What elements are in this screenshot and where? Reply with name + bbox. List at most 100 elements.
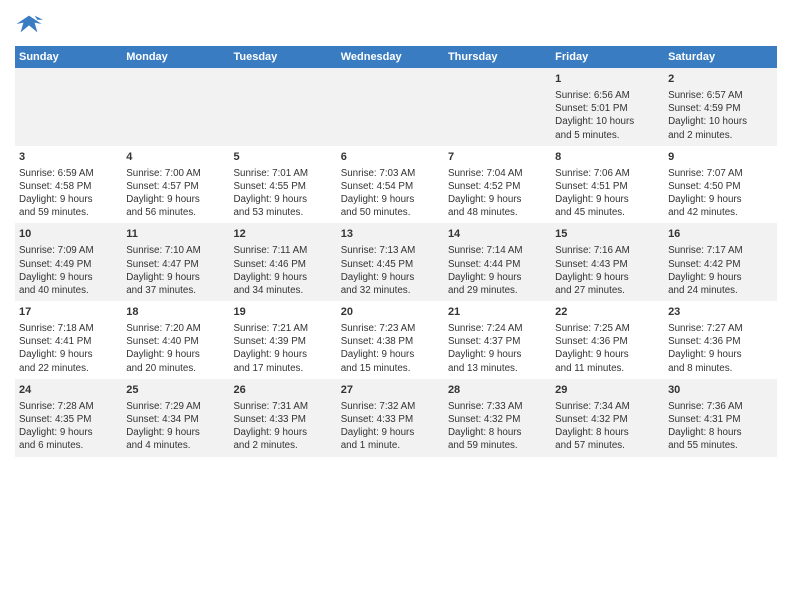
calendar-cell: 15Sunrise: 7:16 AM Sunset: 4:43 PM Dayli… (551, 223, 664, 301)
calendar-week-row: 10 Sunrise: 7:09 AM Sunset: 4:49 PM Dayli… (15, 223, 777, 301)
day-info: Sunrise: 7:01 AM Sunset: 4:55 PM Dayligh… (233, 167, 332, 220)
day-number: 27 (341, 383, 440, 398)
day-number: 14 (448, 227, 547, 242)
day-number: 21 (448, 305, 547, 320)
calendar-cell: 20Sunrise: 7:23 AM Sunset: 4:38 PM Dayli… (337, 301, 444, 379)
day-number: 7 (448, 150, 547, 165)
calendar-week-row: 24Sunrise: 7:28 AM Sunset: 4:35 PM Dayli… (15, 379, 777, 457)
day-number: 5 (233, 150, 332, 165)
day-info: Sunrise: 7:14 AM Sunset: 4:44 PM Dayligh… (448, 244, 547, 297)
day-number: 23 (668, 305, 773, 320)
day-info: Sunrise: 7:03 AM Sunset: 4:54 PM Dayligh… (341, 167, 440, 220)
logo (15, 10, 47, 38)
day-info: Sunrise: 7:25 AM Sunset: 4:36 PM Dayligh… (555, 322, 660, 375)
calendar-week-row: 1 Sunrise: 6:56 AM Sunset: 5:01 PM Daylig… (15, 68, 777, 146)
page-container: SundayMondayTuesdayWednesdayThursdayFrid… (0, 0, 792, 467)
day-info: Sunrise: 7:04 AM Sunset: 4:52 PM Dayligh… (448, 167, 547, 220)
header (15, 10, 777, 38)
calendar-cell: 11 Sunrise: 7:10 AM Sunset: 4:47 PM Dayli… (122, 223, 229, 301)
calendar-cell: 5 Sunrise: 7:01 AM Sunset: 4:55 PM Daylig… (229, 146, 336, 224)
day-info: Sunrise: 7:10 AM Sunset: 4:47 PM Dayligh… (126, 244, 225, 297)
weekday-header-tuesday: Tuesday (229, 46, 336, 68)
calendar-cell (229, 68, 336, 146)
day-info: Sunrise: 7:24 AM Sunset: 4:37 PM Dayligh… (448, 322, 547, 375)
day-number: 29 (555, 383, 660, 398)
calendar-cell: 10 Sunrise: 7:09 AM Sunset: 4:49 PM Dayli… (15, 223, 122, 301)
calendar-cell: 16Sunrise: 7:17 AM Sunset: 4:42 PM Dayli… (664, 223, 777, 301)
weekday-header-monday: Monday (122, 46, 229, 68)
day-number: 17 (19, 305, 118, 320)
calendar-cell: 21 Sunrise: 7:24 AM Sunset: 4:37 PM Dayli… (444, 301, 551, 379)
calendar-cell: 25Sunrise: 7:29 AM Sunset: 4:34 PM Dayli… (122, 379, 229, 457)
calendar-cell: 29 Sunrise: 7:34 AM Sunset: 4:32 PM Dayli… (551, 379, 664, 457)
calendar-cell: 19Sunrise: 7:21 AM Sunset: 4:39 PM Dayli… (229, 301, 336, 379)
day-number: 6 (341, 150, 440, 165)
calendar-cell (15, 68, 122, 146)
calendar-cell: 1 Sunrise: 6:56 AM Sunset: 5:01 PM Daylig… (551, 68, 664, 146)
day-number: 8 (555, 150, 660, 165)
calendar-table: SundayMondayTuesdayWednesdayThursdayFrid… (15, 46, 777, 457)
day-number: 22 (555, 305, 660, 320)
calendar-cell: 24Sunrise: 7:28 AM Sunset: 4:35 PM Dayli… (15, 379, 122, 457)
day-info: Sunrise: 7:06 AM Sunset: 4:51 PM Dayligh… (555, 167, 660, 220)
calendar-cell: 18 Sunrise: 7:20 AM Sunset: 4:40 PM Dayli… (122, 301, 229, 379)
logo-bird-icon (15, 10, 43, 38)
calendar-cell: 26 Sunrise: 7:31 AM Sunset: 4:33 PM Dayli… (229, 379, 336, 457)
calendar-cell: 30Sunrise: 7:36 AM Sunset: 4:31 PM Dayli… (664, 379, 777, 457)
day-info: Sunrise: 7:20 AM Sunset: 4:40 PM Dayligh… (126, 322, 225, 375)
weekday-header-sunday: Sunday (15, 46, 122, 68)
calendar-cell: 28 Sunrise: 7:33 AM Sunset: 4:32 PM Dayli… (444, 379, 551, 457)
day-number: 18 (126, 305, 225, 320)
calendar-cell: 6 Sunrise: 7:03 AM Sunset: 4:54 PM Daylig… (337, 146, 444, 224)
weekday-header-row: SundayMondayTuesdayWednesdayThursdayFrid… (15, 46, 777, 68)
calendar-cell: 2 Sunrise: 6:57 AM Sunset: 4:59 PM Daylig… (664, 68, 777, 146)
calendar-cell: 9Sunrise: 7:07 AM Sunset: 4:50 PM Daylig… (664, 146, 777, 224)
weekday-header-wednesday: Wednesday (337, 46, 444, 68)
day-info: Sunrise: 7:28 AM Sunset: 4:35 PM Dayligh… (19, 400, 118, 453)
weekday-header-friday: Friday (551, 46, 664, 68)
day-number: 10 (19, 227, 118, 242)
day-number: 19 (233, 305, 332, 320)
day-info: Sunrise: 6:56 AM Sunset: 5:01 PM Dayligh… (555, 89, 660, 142)
calendar-cell: 14 Sunrise: 7:14 AM Sunset: 4:44 PM Dayli… (444, 223, 551, 301)
day-number: 28 (448, 383, 547, 398)
day-number: 2 (668, 72, 773, 87)
day-info: Sunrise: 6:59 AM Sunset: 4:58 PM Dayligh… (19, 167, 118, 220)
calendar-cell: 13 Sunrise: 7:13 AM Sunset: 4:45 PM Dayli… (337, 223, 444, 301)
calendar-cell (122, 68, 229, 146)
day-info: Sunrise: 7:34 AM Sunset: 4:32 PM Dayligh… (555, 400, 660, 453)
day-number: 12 (233, 227, 332, 242)
calendar-week-row: 17 Sunrise: 7:18 AM Sunset: 4:41 PM Dayli… (15, 301, 777, 379)
weekday-header-thursday: Thursday (444, 46, 551, 68)
day-info: Sunrise: 6:57 AM Sunset: 4:59 PM Dayligh… (668, 89, 773, 142)
day-info: Sunrise: 7:07 AM Sunset: 4:50 PM Dayligh… (668, 167, 773, 220)
day-number: 11 (126, 227, 225, 242)
calendar-cell: 8 Sunrise: 7:06 AM Sunset: 4:51 PM Daylig… (551, 146, 664, 224)
day-info: Sunrise: 7:31 AM Sunset: 4:33 PM Dayligh… (233, 400, 332, 453)
day-number: 16 (668, 227, 773, 242)
calendar-cell: 23 Sunrise: 7:27 AM Sunset: 4:36 PM Dayli… (664, 301, 777, 379)
day-number: 20 (341, 305, 440, 320)
calendar-cell: 12Sunrise: 7:11 AM Sunset: 4:46 PM Dayli… (229, 223, 336, 301)
calendar-cell: 27 Sunrise: 7:32 AM Sunset: 4:33 PM Dayli… (337, 379, 444, 457)
day-info: Sunrise: 7:18 AM Sunset: 4:41 PM Dayligh… (19, 322, 118, 375)
day-number: 3 (19, 150, 118, 165)
calendar-cell: 17 Sunrise: 7:18 AM Sunset: 4:41 PM Dayli… (15, 301, 122, 379)
day-info: Sunrise: 7:32 AM Sunset: 4:33 PM Dayligh… (341, 400, 440, 453)
day-number: 26 (233, 383, 332, 398)
day-info: Sunrise: 7:13 AM Sunset: 4:45 PM Dayligh… (341, 244, 440, 297)
day-info: Sunrise: 7:09 AM Sunset: 4:49 PM Dayligh… (19, 244, 118, 297)
calendar-cell (444, 68, 551, 146)
day-number: 25 (126, 383, 225, 398)
day-number: 15 (555, 227, 660, 242)
day-info: Sunrise: 7:27 AM Sunset: 4:36 PM Dayligh… (668, 322, 773, 375)
day-info: Sunrise: 7:33 AM Sunset: 4:32 PM Dayligh… (448, 400, 547, 453)
weekday-header-saturday: Saturday (664, 46, 777, 68)
calendar-cell: 7 Sunrise: 7:04 AM Sunset: 4:52 PM Daylig… (444, 146, 551, 224)
day-number: 30 (668, 383, 773, 398)
calendar-cell: 3 Sunrise: 6:59 AM Sunset: 4:58 PM Daylig… (15, 146, 122, 224)
calendar-cell: 4Sunrise: 7:00 AM Sunset: 4:57 PM Daylig… (122, 146, 229, 224)
day-number: 13 (341, 227, 440, 242)
day-number: 1 (555, 72, 660, 87)
calendar-week-row: 3 Sunrise: 6:59 AM Sunset: 4:58 PM Daylig… (15, 146, 777, 224)
